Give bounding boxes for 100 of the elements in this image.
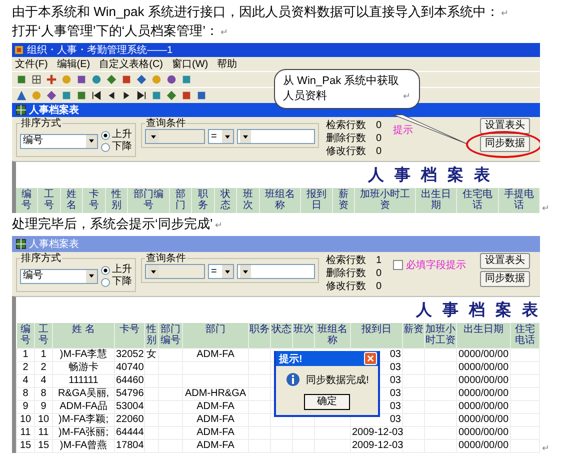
- table-cell: 10: [34, 414, 52, 426]
- menu-item[interactable]: 文件(F): [15, 57, 48, 71]
- table-cell: 1: [16, 348, 34, 362]
- table-cell: R&GA吴丽,: [52, 388, 114, 400]
- circle-icon[interactable]: [91, 74, 102, 85]
- forward-icon[interactable]: [121, 90, 132, 101]
- column-header: 姓 名: [52, 323, 114, 348]
- diamond-icon[interactable]: [106, 74, 117, 85]
- table-cell: 0000/00/00: [456, 426, 510, 440]
- square-icon[interactable]: [76, 90, 87, 101]
- column-header: 加班小时工资: [354, 188, 416, 213]
- column-header: 职务: [248, 323, 270, 348]
- menu-item[interactable]: 窗口(W): [172, 57, 208, 71]
- callout-text: 从 Win_Pak 系统中获取人员资料: [283, 74, 400, 104]
- sort-dropdown[interactable]: 编号: [20, 268, 98, 284]
- operator-dropdown[interactable]: =: [208, 129, 234, 144]
- paragraph-mark: ↵: [214, 220, 223, 230]
- radio-button[interactable]: [101, 278, 110, 286]
- table-cell: 9: [34, 400, 52, 414]
- column-header: 班组名称: [314, 323, 350, 348]
- checkbox-label: 必填字段提示: [406, 258, 466, 272]
- paragraph-mark: ↵: [220, 27, 229, 37]
- table-cell: ADM-HR&GA: [182, 388, 248, 400]
- field-dropdown[interactable]: [145, 264, 205, 279]
- radio-button[interactable]: [101, 142, 110, 152]
- table-cell: )M-FA张丽;: [52, 426, 114, 440]
- table-cell: 女: [144, 348, 158, 362]
- value-dropdown[interactable]: [237, 264, 315, 279]
- back-icon[interactable]: [106, 90, 117, 101]
- operator-dropdown[interactable]: =: [208, 264, 234, 279]
- column-header: 状态: [214, 188, 237, 213]
- square-icon[interactable]: [76, 74, 87, 85]
- skip-back-icon[interactable]: [91, 90, 102, 101]
- value-dropdown[interactable]: [237, 129, 315, 144]
- diamond-icon[interactable]: [166, 90, 177, 101]
- table-cell: 10: [16, 414, 34, 426]
- radio-label: 下降: [112, 276, 132, 288]
- stat-value: 0: [376, 145, 382, 158]
- square-icon[interactable]: [16, 74, 27, 85]
- header-button[interactable]: 设置表头: [480, 253, 530, 269]
- column-header: 性别: [105, 188, 128, 213]
- close-button[interactable]: [364, 352, 377, 365]
- table-cell: 17804: [114, 440, 144, 452]
- table-cell: 8: [34, 388, 52, 400]
- stat-value: 0: [376, 280, 382, 293]
- table-cell: 0000/00/00: [456, 374, 510, 388]
- caret-icon: [243, 270, 248, 274]
- table-cell: ADM-FA: [182, 348, 248, 362]
- square-icon[interactable]: [151, 90, 162, 101]
- caret-icon: [151, 134, 156, 138]
- radio-label: 上升: [112, 129, 132, 141]
- table-cell: ADM-FA: [182, 440, 248, 452]
- square-icon[interactable]: [181, 90, 192, 101]
- table-cell: 4: [34, 374, 52, 388]
- table-cell: 0000/00/00: [456, 414, 510, 426]
- column-header: 加班小时工资: [424, 323, 456, 348]
- table-cell: )M-FA李颖;: [52, 414, 114, 426]
- radio-button[interactable]: [101, 130, 110, 140]
- field-dropdown[interactable]: [145, 129, 205, 144]
- radio-label: 下降: [112, 141, 132, 153]
- header-button[interactable]: 同步数据: [480, 136, 530, 152]
- square-icon[interactable]: [181, 74, 192, 85]
- menu-item[interactable]: 帮助: [217, 57, 238, 71]
- circle-icon[interactable]: [166, 74, 177, 85]
- column-header: 部门: [169, 188, 192, 213]
- diamond-icon[interactable]: [136, 74, 147, 85]
- table-cell: 40740: [114, 362, 144, 374]
- square-icon[interactable]: [196, 90, 207, 101]
- header-button[interactable]: 设置表头: [480, 118, 530, 134]
- diamond-icon[interactable]: [46, 90, 57, 101]
- ok-button[interactable]: 确定: [304, 394, 350, 410]
- table-cell: 64444: [114, 426, 144, 440]
- menu-item[interactable]: 自定义表格(C): [99, 57, 164, 71]
- table-cell: 2009-12-03: [350, 426, 402, 440]
- sort-dropdown[interactable]: 编号: [20, 134, 98, 148]
- triangle-icon[interactable]: [16, 90, 27, 101]
- stat-value: 0: [376, 267, 382, 280]
- menu-item[interactable]: 编辑(E): [56, 57, 90, 71]
- radio-button[interactable]: [101, 266, 110, 274]
- paragraph: 处理完毕后，系统会提示‘同步完成’: [12, 216, 213, 231]
- table-cell: 4: [16, 374, 34, 388]
- column-header: 薪资: [402, 323, 424, 348]
- stat-value: 1: [376, 254, 382, 267]
- square-icon[interactable]: [121, 74, 132, 85]
- table-cell: 32052: [114, 348, 144, 362]
- skip-forward-icon[interactable]: [136, 90, 147, 101]
- caret-icon: [243, 134, 248, 138]
- table-cell: 2: [34, 362, 52, 374]
- dialog-title: 提示!: [279, 352, 302, 366]
- header-button[interactable]: 同步数据: [480, 271, 530, 287]
- square-icon[interactable]: [61, 90, 72, 101]
- column-header: 出生日期: [415, 188, 457, 213]
- table-cell: ADM-FA品: [52, 400, 114, 414]
- column-header: 报到日: [350, 323, 402, 348]
- checkbox[interactable]: [393, 260, 403, 270]
- window-title: 组织・人事・考勤管理系统——1: [27, 44, 173, 57]
- cross-icon[interactable]: [46, 74, 57, 85]
- grid-icon[interactable]: [31, 74, 42, 85]
- column-header: 姓名: [60, 188, 83, 213]
- group-label: 查询条件: [145, 253, 187, 264]
